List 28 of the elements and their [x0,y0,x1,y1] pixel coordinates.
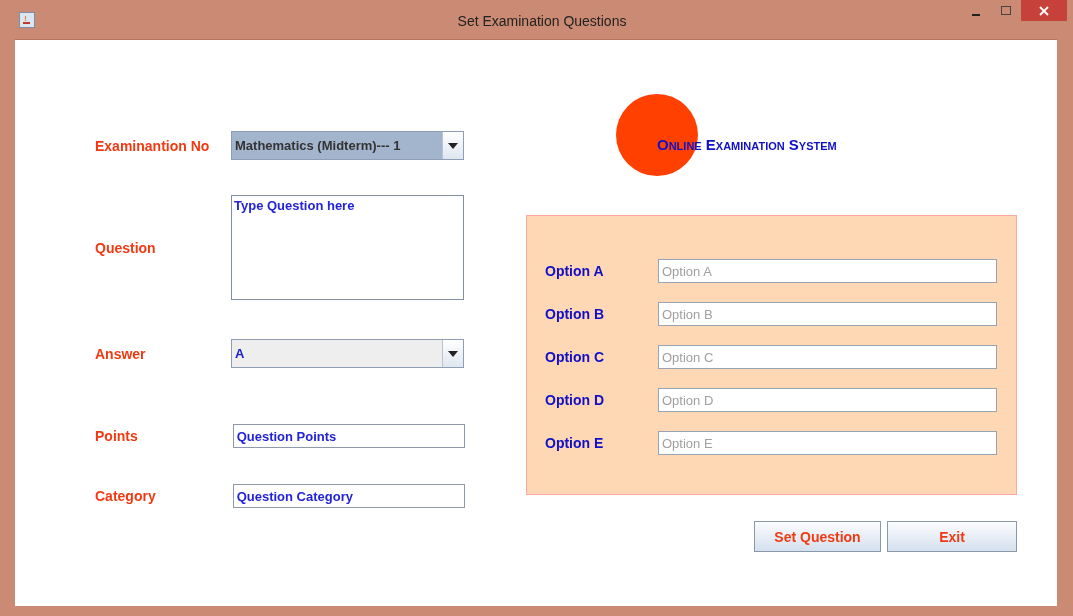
option-field[interactable]: Option A [658,259,997,283]
field-label: Question [95,239,157,256]
option-label: Option E [545,435,605,451]
option-label: Option C [545,349,606,365]
field-label: Category [95,488,157,504]
option-label: Option A [545,263,605,279]
option-field[interactable]: Option C [658,345,997,369]
maximize-icon [1001,5,1011,16]
minimize-icon [972,13,980,16]
field-label: Points [95,428,139,444]
close-icon [1039,5,1049,16]
question-field[interactable]: Type Question here [231,195,464,300]
window-title: Set Examination Questions [456,13,628,29]
close-button[interactable] [1021,0,1067,21]
option-field[interactable]: Option D [658,388,997,412]
option-label: Option B [545,306,606,322]
caret-icon [448,142,458,149]
input-field[interactable]: Question Category [232,484,465,508]
option-field[interactable]: Option B [658,302,997,326]
dropdown[interactable]: Mathematics (Midterm)--- 1 [231,131,464,160]
caret-icon [448,350,458,357]
dropdown[interactable]: A [231,339,464,368]
option-label: Option D [545,392,606,408]
option-field[interactable]: Option E [658,431,997,455]
field-label: Examinantion No [95,137,211,154]
app-icon [19,11,35,28]
input-field[interactable]: Question Points [232,424,465,448]
field-label: Answer [95,345,147,362]
